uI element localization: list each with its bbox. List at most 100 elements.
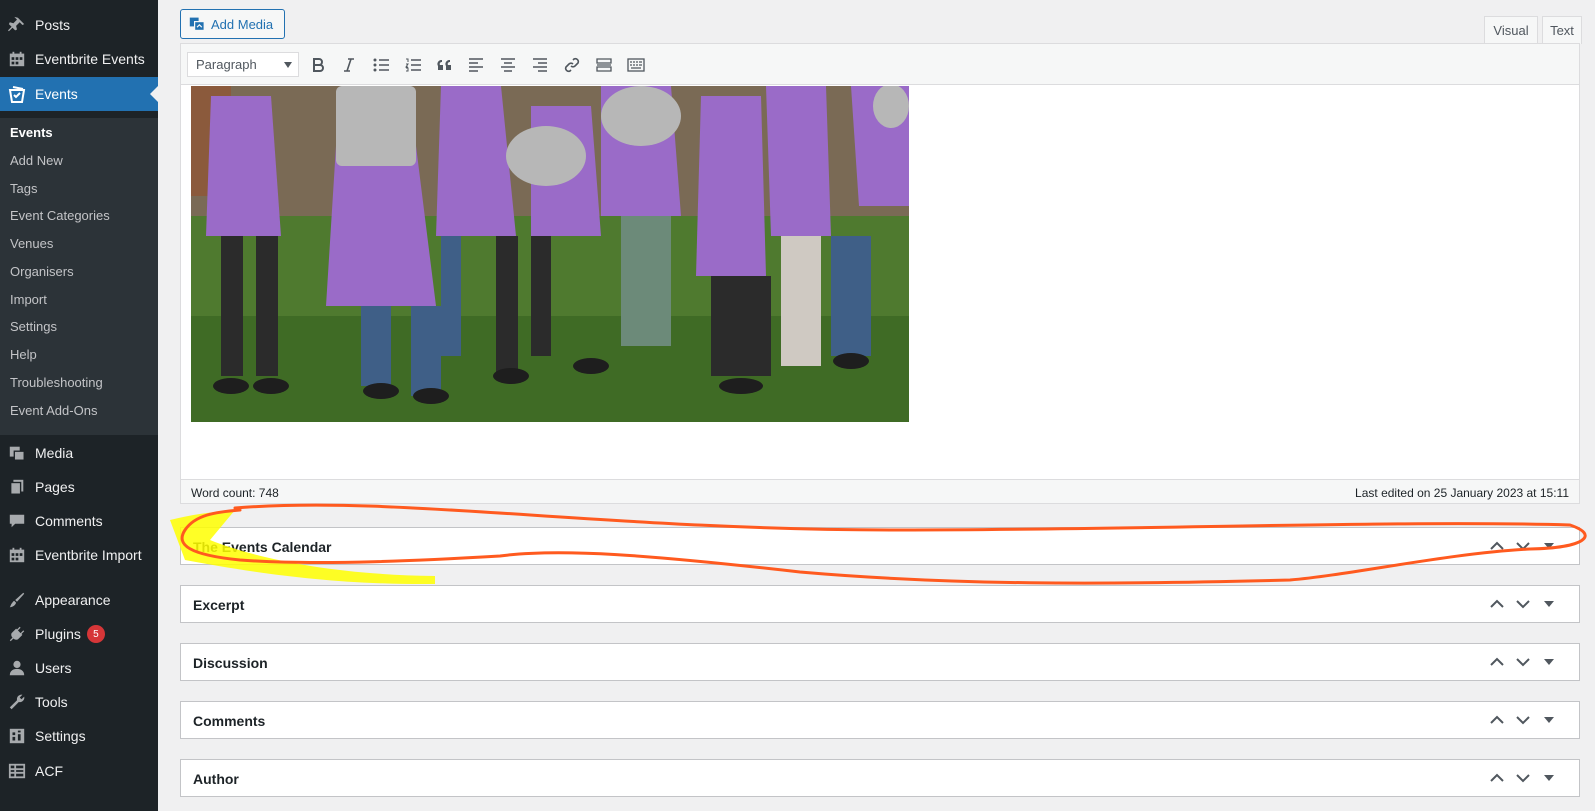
bullet-list-button[interactable] (369, 53, 393, 77)
italic-icon (344, 58, 354, 72)
align-center-button[interactable] (496, 53, 520, 77)
submenu-import[interactable]: Import (10, 292, 47, 307)
chevron-down-icon[interactable] (1514, 653, 1532, 671)
numbered-list-button[interactable] (401, 53, 425, 77)
comment-icon (7, 511, 27, 531)
menu-media[interactable]: Media (0, 436, 158, 470)
menu-events[interactable]: Events (0, 77, 158, 111)
chevron-down-icon[interactable] (1514, 595, 1532, 613)
tab-text[interactable]: Text (1542, 16, 1582, 44)
format-select[interactable]: Paragraph (187, 52, 299, 77)
toggle-panel-icon[interactable] (1540, 711, 1558, 729)
menu-label: Appearance (35, 592, 111, 608)
format-select-value: Paragraph (196, 57, 257, 72)
menu-label: Eventbrite Events (35, 51, 145, 67)
update-count-badge: 5 (86, 625, 105, 643)
toggle-panel-icon[interactable] (1540, 537, 1558, 555)
table-icon (7, 761, 27, 781)
submenu-help[interactable]: Help (10, 347, 37, 362)
menu-label: ACF (35, 763, 63, 779)
menu-settings[interactable]: Settings (0, 719, 158, 753)
menu-pages[interactable]: Pages (0, 470, 158, 504)
submenu-tags[interactable]: Tags (10, 181, 37, 196)
bullet-list-icon (373, 58, 389, 72)
pages-icon (7, 477, 27, 497)
submenu-add-new[interactable]: Add New (10, 153, 63, 168)
read-more-icon (596, 58, 612, 72)
toggle-panel-icon[interactable] (1540, 769, 1558, 787)
insert-link-button[interactable] (560, 53, 584, 77)
chevron-up-icon[interactable] (1488, 595, 1506, 613)
menu-users[interactable]: Users (0, 651, 158, 685)
toolbar-toggle-button[interactable] (624, 53, 648, 77)
pin-icon (7, 15, 27, 35)
media-icon (7, 443, 27, 463)
editor-content[interactable] (181, 85, 1579, 473)
plugin-icon (7, 624, 27, 644)
menu-label: Pages (35, 479, 75, 495)
menu-tools[interactable]: Tools (0, 685, 158, 719)
add-media-label: Add Media (211, 16, 274, 32)
settings-icon (7, 726, 27, 746)
menu-label: Plugins (35, 626, 81, 642)
chevron-down-icon[interactable] (1514, 537, 1532, 555)
menu-eventbrite-events[interactable]: Eventbrite Events (0, 42, 158, 76)
align-right-icon (533, 58, 547, 72)
menu-posts[interactable]: Posts (0, 8, 158, 42)
align-center-icon (501, 58, 515, 72)
last-edited: Last edited on 25 January 2023 at 15:11 (1355, 486, 1569, 500)
numbered-list-icon (405, 58, 421, 72)
menu-plugins[interactable]: Plugins 5 (0, 617, 158, 651)
italic-button[interactable] (337, 53, 361, 77)
submenu-troubleshooting[interactable]: Troubleshooting (10, 375, 103, 390)
bold-icon (313, 58, 324, 72)
metabox-title: Comments (193, 713, 266, 729)
editor-toolbar: Paragraph (181, 44, 1579, 85)
submenu-settings[interactable]: Settings (10, 319, 57, 334)
menu-label: Settings (35, 728, 86, 744)
brush-icon (7, 590, 27, 610)
menu-label: Posts (35, 17, 71, 33)
chevron-up-icon[interactable] (1488, 769, 1506, 787)
link-icon (564, 57, 580, 73)
menu-label: Eventbrite Import (35, 547, 142, 563)
chevron-up-icon[interactable] (1488, 537, 1506, 555)
menu-label: Media (35, 445, 74, 461)
submenu-events[interactable]: Events (10, 125, 53, 140)
submenu-event-add-ons[interactable]: Event Add-Ons (10, 403, 97, 418)
submenu-venues[interactable]: Venues (10, 236, 53, 251)
event-photo (191, 86, 909, 422)
admin-sidebar: Posts Eventbrite Events Events Events Ad… (0, 0, 158, 811)
toggle-panel-icon[interactable] (1540, 653, 1558, 671)
metabox-excerpt: Excerpt (180, 585, 1580, 623)
chevron-up-icon[interactable] (1488, 653, 1506, 671)
metabox-title: Author (193, 771, 239, 787)
chevron-up-icon[interactable] (1488, 711, 1506, 729)
menu-label: Users (35, 660, 72, 676)
menu-eventbrite-import[interactable]: Eventbrite Import (0, 538, 158, 572)
add-media-button[interactable]: Add Media (180, 9, 285, 39)
media-icon (189, 16, 205, 32)
tab-visual[interactable]: Visual (1484, 16, 1538, 44)
metabox-title: Discussion (193, 655, 268, 671)
user-icon (7, 658, 27, 678)
menu-acf[interactable]: ACF (0, 754, 158, 788)
word-count: Word count: 748 (191, 486, 279, 500)
menu-appearance[interactable]: Appearance (0, 583, 158, 617)
classic-editor: Paragraph Word count: 748 Last edited on… (180, 43, 1580, 504)
toggle-panel-icon[interactable] (1540, 595, 1558, 613)
blockquote-button[interactable] (433, 53, 457, 77)
read-more-button[interactable] (592, 53, 616, 77)
submenu-event-categories[interactable]: Event Categories (10, 208, 110, 223)
align-left-button[interactable] (464, 53, 488, 77)
menu-label: Events (35, 86, 78, 102)
chevron-down-icon[interactable] (1514, 711, 1532, 729)
chevron-down-icon[interactable] (1514, 769, 1532, 787)
align-right-button[interactable] (528, 53, 552, 77)
bold-button[interactable] (306, 53, 330, 77)
menu-comments[interactable]: Comments (0, 504, 158, 538)
editor-statusbar: Word count: 748 Last edited on 25 Januar… (181, 479, 1579, 503)
submenu-organisers[interactable]: Organisers (10, 264, 74, 279)
calendar-icon (7, 545, 27, 565)
menu-label: Tools (35, 694, 68, 710)
